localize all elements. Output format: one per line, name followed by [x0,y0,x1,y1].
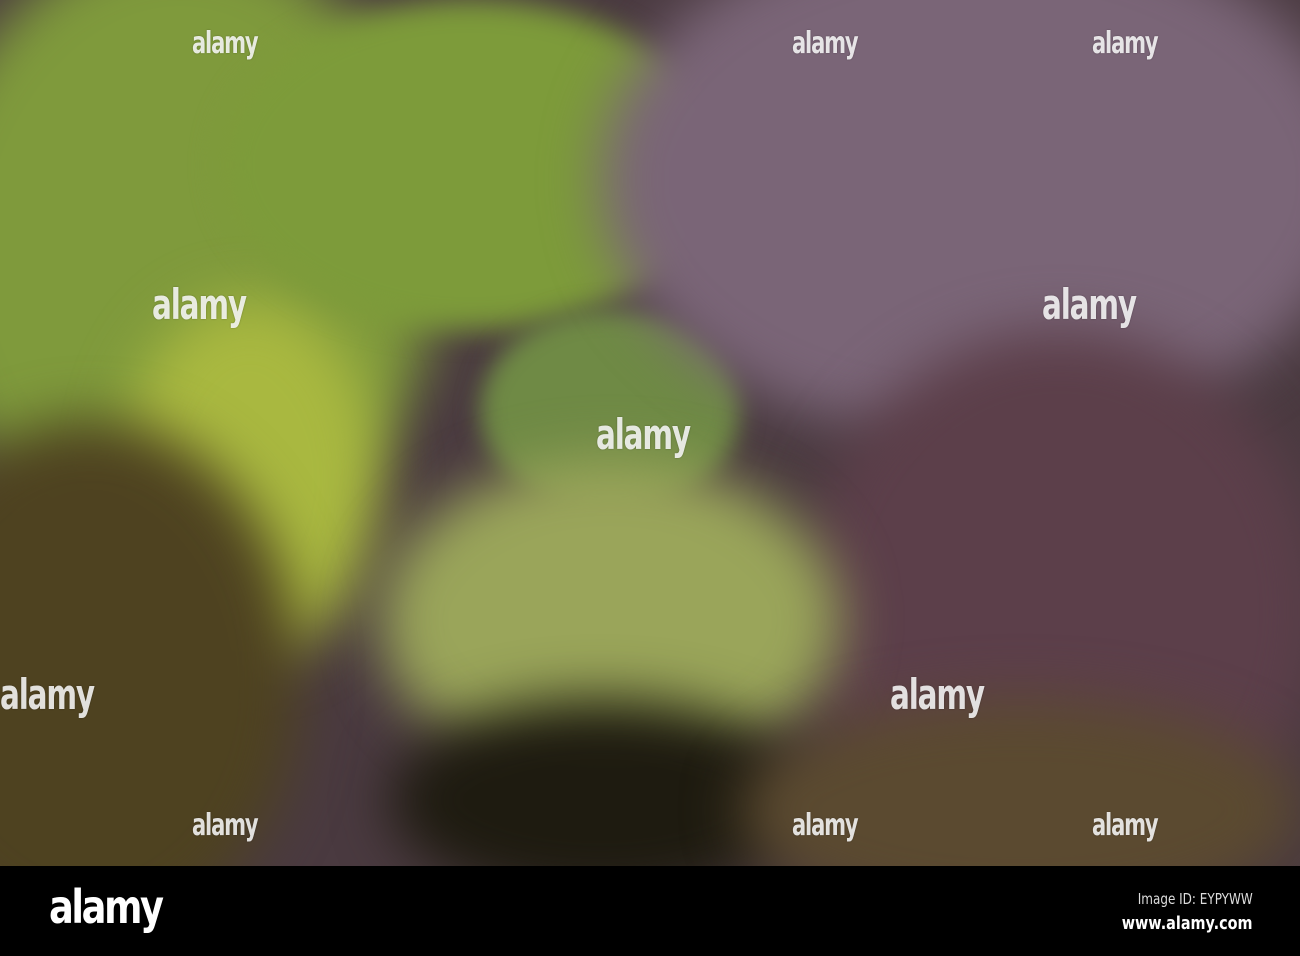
image-id: Image ID: EYPYWW [1138,890,1253,908]
watermark: alamy [152,280,247,329]
footer-bar: alamy Image ID: EYPYWW www.alamy.com [0,866,1300,956]
watermark: alamy [192,26,259,61]
website-link[interactable]: www.alamy.com [1122,913,1253,934]
watermark: alamy [792,26,859,61]
watermark: alamy [792,808,859,843]
watermark: alamy [890,670,985,719]
watermark: alamy [1042,280,1137,329]
watermark: alamy [596,410,691,459]
cave-photo: alamy alamy alamy alamy alamy alamy alam… [0,0,1300,866]
alamy-logo: alamy [49,880,164,934]
watermark: alamy [1092,808,1159,843]
watermark: alamy [192,808,259,843]
watermark: alamy [0,670,95,719]
watermark: alamy [1092,26,1159,61]
